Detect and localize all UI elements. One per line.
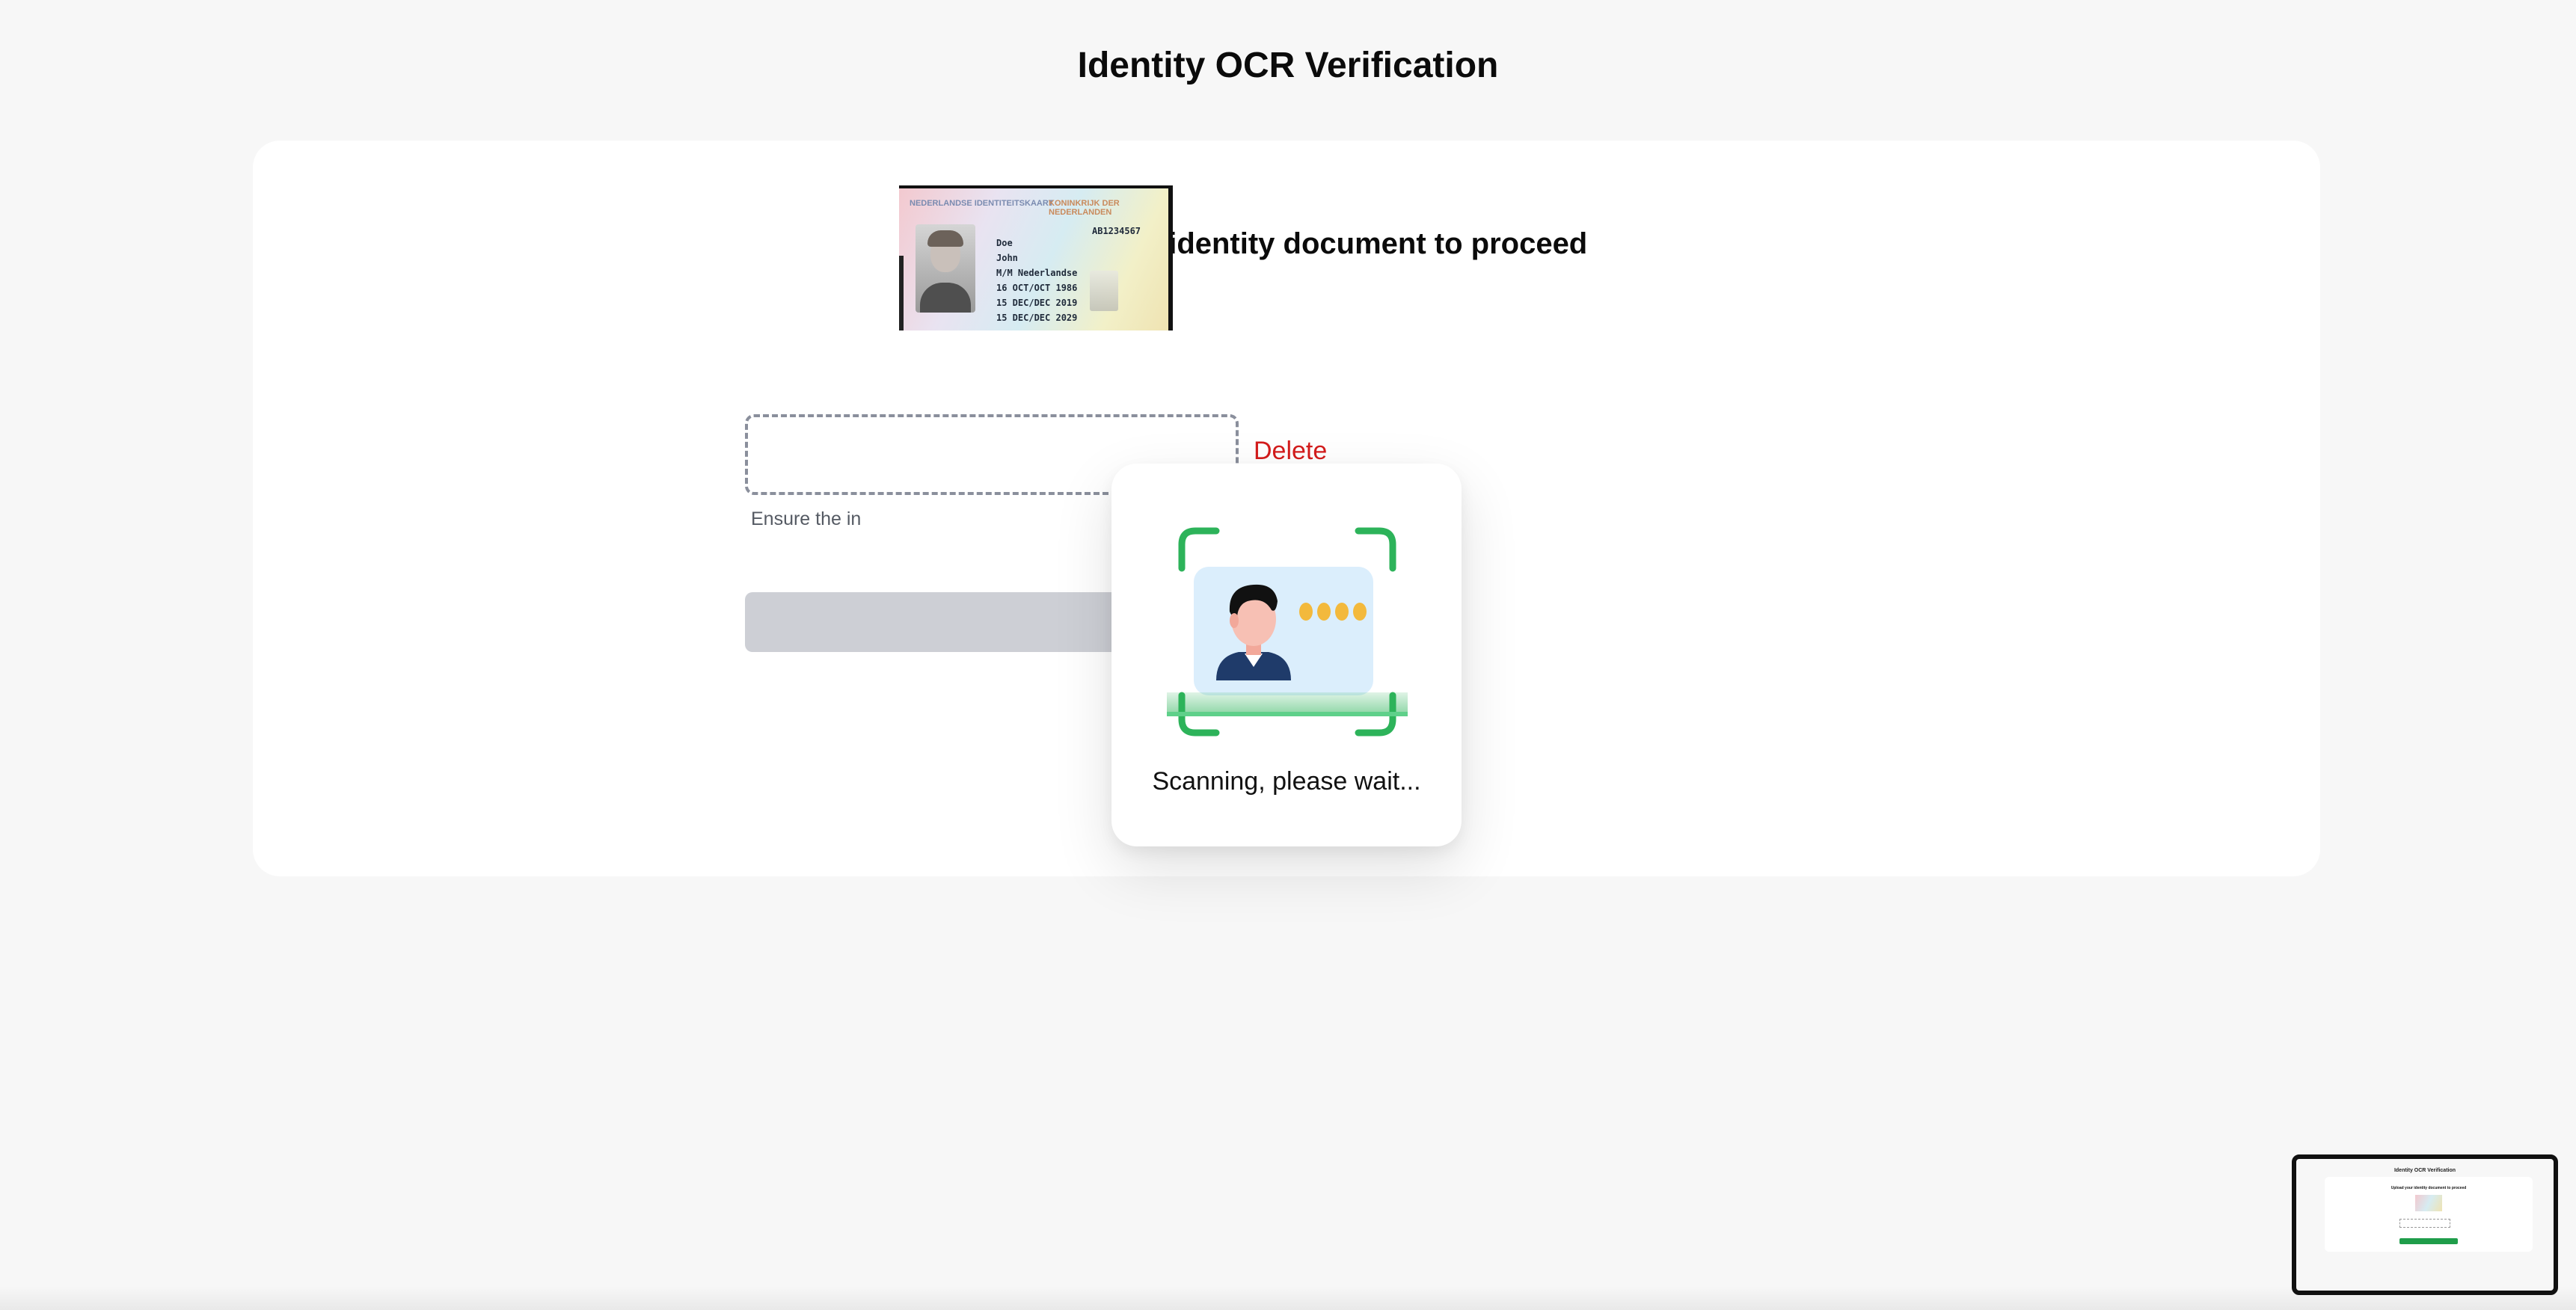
- minimap-id-preview: [2415, 1195, 2442, 1211]
- minimap-button: [2399, 1238, 2458, 1244]
- scanning-status: Scanning, please wait...: [1152, 767, 1421, 796]
- id-sex-nationality: M/M Nederlandse: [996, 268, 1078, 278]
- minimap-dropzone: [2399, 1219, 2450, 1228]
- page-minimap[interactable]: Identity OCR Verification Upload your id…: [2292, 1154, 2558, 1295]
- id-issue-date: 15 DEC/DEC 2019: [996, 298, 1078, 308]
- id-document-preview: NEDERLANDSE IDENTITEITSKAART KONINKRIJK …: [899, 185, 1173, 330]
- id-surname: Doe: [996, 238, 1013, 248]
- delete-button[interactable]: Delete: [1254, 437, 1327, 466]
- bottom-shadow: [0, 1286, 2576, 1310]
- preview-edge: [899, 256, 904, 330]
- id-expiry-date: 15 DEC/DEC 2029: [996, 313, 1078, 323]
- id-ghost-photo: [1090, 271, 1118, 311]
- minimap-card: Upload your identity document to proceed: [2325, 1177, 2533, 1252]
- id-header-left: NEDERLANDSE IDENTITEITSKAART: [910, 199, 1054, 208]
- scanning-modal: Scanning, please wait...: [1111, 464, 1462, 846]
- id-scan-icon: [1167, 527, 1408, 737]
- id-birth-date: 16 OCT/OCT 1986: [996, 283, 1078, 293]
- id-photo: [916, 224, 975, 313]
- minimap-title: Identity OCR Verification: [2393, 1168, 2456, 1173]
- id-given-name: John: [996, 253, 1018, 263]
- minimap-subtitle: Upload your identity document to proceed: [2391, 1186, 2467, 1190]
- id-doc-number: AB1234567: [1092, 226, 1141, 236]
- page-title: Identity OCR Verification: [1077, 46, 1499, 85]
- upload-subtitle: Upload your identity document to proceed: [985, 227, 1588, 260]
- id-header-right: KONINKRIJK DER NEDERLANDEN: [1049, 199, 1120, 217]
